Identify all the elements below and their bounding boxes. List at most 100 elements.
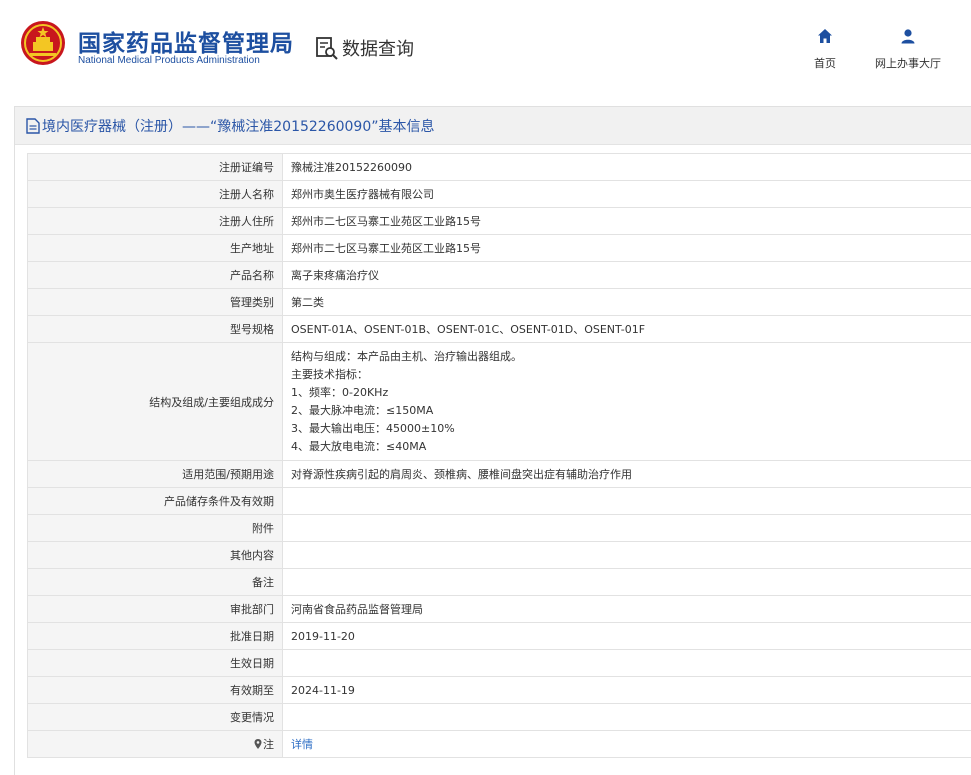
field-label-text: 有效期至 <box>230 684 274 697</box>
field-value: 郑州市奥生医疗器械有限公司 <box>282 180 971 208</box>
field-label: 型号规格 <box>27 315 283 343</box>
site-header: 国家药品监督管理局 National Medical Products Admi… <box>0 0 971 92</box>
field-value-text: 河南省食品药品监督管理局 <box>291 603 423 616</box>
field-label: 其他内容 <box>27 541 283 569</box>
field-value <box>282 487 971 515</box>
field-value <box>282 649 971 677</box>
panel-title: 境内医疗器械（注册）——“豫械注准20152260090”基本信息 <box>42 119 435 135</box>
field-value: 2024-11-19 <box>282 676 971 704</box>
table-row: 产品名称 离子束疼痛治疗仪 <box>27 261 971 289</box>
field-value-text: 2019-11-20 <box>291 629 355 643</box>
field-label-text: 其他内容 <box>230 549 274 562</box>
field-label-text: 适用范围/预期用途 <box>182 468 274 481</box>
org-name-en: National Medical Products Administration <box>78 55 260 66</box>
field-value: 详情 <box>282 730 971 758</box>
field-label-text: 批准日期 <box>230 630 274 643</box>
field-value: 豫械注准20152260090 <box>282 153 971 181</box>
field-label: 注册证编号 <box>27 153 283 181</box>
location-pin-icon <box>254 739 262 749</box>
field-label-text: 附件 <box>252 522 274 535</box>
field-label-text: 审批部门 <box>230 603 274 616</box>
field-label: 注册人名称 <box>27 180 283 208</box>
field-value: 离子束疼痛治疗仪 <box>282 261 971 289</box>
field-label-text: 注册证编号 <box>219 161 274 174</box>
field-value: 河南省食品药品监督管理局 <box>282 595 971 623</box>
table-row: 适用范围/预期用途 对脊源性疾病引起的肩周炎、颈椎病、腰椎间盘突出症有辅助治疗作用 <box>27 460 971 488</box>
field-value-line: 3、最大输出电压：45000±10% <box>291 421 455 435</box>
table-row: 有效期至 2024-11-19 <box>27 676 971 704</box>
details-link[interactable]: 详情 <box>291 738 313 751</box>
field-label-text: 备注 <box>252 576 274 589</box>
field-label-text: 生效日期 <box>230 657 274 670</box>
table-row: 附件 <box>27 514 971 542</box>
table-row: 型号规格 OSENT-01A、OSENT-01B、OSENT-01C、OSENT-… <box>27 315 971 343</box>
table-row: 注册人名称 郑州市奥生医疗器械有限公司 <box>27 180 971 208</box>
field-label-text: 生产地址 <box>230 242 274 255</box>
field-label: 适用范围/预期用途 <box>27 460 283 488</box>
field-value <box>282 568 971 596</box>
field-label: 附件 <box>27 514 283 542</box>
info-panel: 境内医疗器械（注册）——“豫械注准20152260090”基本信息 注册证编号 豫… <box>14 106 971 775</box>
org-name-cn: 国家药品监督管理局 <box>78 31 294 57</box>
table-row: 注册证编号 豫械注准20152260090 <box>27 153 971 181</box>
table-row: 其他内容 <box>27 541 971 569</box>
field-value-line: 4、最大放电电流：≤40MA <box>291 439 427 453</box>
field-label: 变更情况 <box>27 703 283 731</box>
field-label: 管理类别 <box>27 288 283 316</box>
table-row: 产品储存条件及有效期 <box>27 487 971 515</box>
field-label-text: 产品名称 <box>230 269 274 282</box>
field-label: 批准日期 <box>27 622 283 650</box>
field-value: 第二类 <box>282 288 971 316</box>
field-value-line: 2、最大脉冲电流：≤150MA <box>291 403 434 417</box>
table-row: 注 详情 <box>27 730 971 758</box>
field-label-text: 注册人名称 <box>219 188 274 201</box>
user-icon <box>901 29 915 44</box>
field-value-text: OSENT-01A、OSENT-01B、OSENT-01C、OSENT-01D、… <box>291 323 646 336</box>
field-value: OSENT-01A、OSENT-01B、OSENT-01C、OSENT-01D、… <box>282 315 971 343</box>
data-query-icon <box>316 37 338 60</box>
table-row: 变更情况 <box>27 703 971 731</box>
panel-header: 境内医疗器械（注册）——“豫械注准20152260090”基本信息 <box>15 107 971 145</box>
field-value-text: 对脊源性疾病引起的肩周炎、颈椎病、腰椎间盘突出症有辅助治疗作用 <box>291 468 632 481</box>
document-icon <box>26 118 40 134</box>
table-row: 备注 <box>27 568 971 596</box>
field-value: 2019-11-20 <box>282 622 971 650</box>
table-row: 管理类别 第二类 <box>27 288 971 316</box>
table-row: 注册人住所 郑州市二七区马寨工业苑区工业路15号 <box>27 207 971 235</box>
field-label: 注册人住所 <box>27 207 283 235</box>
field-value-line: 结构与组成：本产品由主机、治疗输出器组成。 <box>291 349 522 363</box>
field-value-text: 郑州市二七区马寨工业苑区工业路15号 <box>291 242 481 255</box>
field-label-text: 变更情况 <box>230 711 274 724</box>
nav-service-hall[interactable]: 网上办事大厅 <box>866 28 950 71</box>
field-value <box>282 541 971 569</box>
field-value-text: 郑州市二七区马寨工业苑区工业路15号 <box>291 215 481 228</box>
section-title: 数据查询 <box>342 39 414 60</box>
field-label: 生效日期 <box>27 649 283 677</box>
nav-service-hall-label: 网上办事大厅 <box>875 57 941 70</box>
nav-home-label: 首页 <box>814 57 836 70</box>
registration-info-table: 注册证编号 豫械注准20152260090 注册人名称 郑州市奥生医疗器械有限公司 注册… <box>27 153 971 758</box>
field-value: 郑州市二七区马寨工业苑区工业路15号 <box>282 234 971 262</box>
table-row: 生产地址 郑州市二七区马寨工业苑区工业路15号 <box>27 234 971 262</box>
nav-home[interactable]: 首页 <box>805 28 845 71</box>
field-value <box>282 514 971 542</box>
field-label-text: 注 <box>263 738 274 751</box>
field-label-text: 结构及组成/主要组成成分 <box>149 395 274 409</box>
table-row: 生效日期 <box>27 649 971 677</box>
field-label: 审批部门 <box>27 595 283 623</box>
field-value <box>282 703 971 731</box>
field-value: 郑州市二七区马寨工业苑区工业路15号 <box>282 207 971 235</box>
home-icon <box>818 29 832 43</box>
field-value: 对脊源性疾病引起的肩周炎、颈椎病、腰椎间盘突出症有辅助治疗作用 <box>282 460 971 488</box>
field-value-line: 主要技术指标： <box>291 367 368 381</box>
field-value-text: 2024-11-19 <box>291 683 355 697</box>
field-label: 生产地址 <box>27 234 283 262</box>
table-row: 结构及组成/主要组成成分 结构与组成：本产品由主机、治疗输出器组成。 主要技术指标：… <box>27 342 971 461</box>
field-value-text: 豫械注准20152260090 <box>291 161 412 174</box>
table-row: 审批部门 河南省食品药品监督管理局 <box>27 595 971 623</box>
field-label-text: 注册人住所 <box>219 215 274 228</box>
table-row: 批准日期 2019-11-20 <box>27 622 971 650</box>
field-value-line: 1、频率：0-20KHz <box>291 385 389 399</box>
field-label: 产品储存条件及有效期 <box>27 487 283 515</box>
field-value-text: 离子束疼痛治疗仪 <box>291 269 379 282</box>
